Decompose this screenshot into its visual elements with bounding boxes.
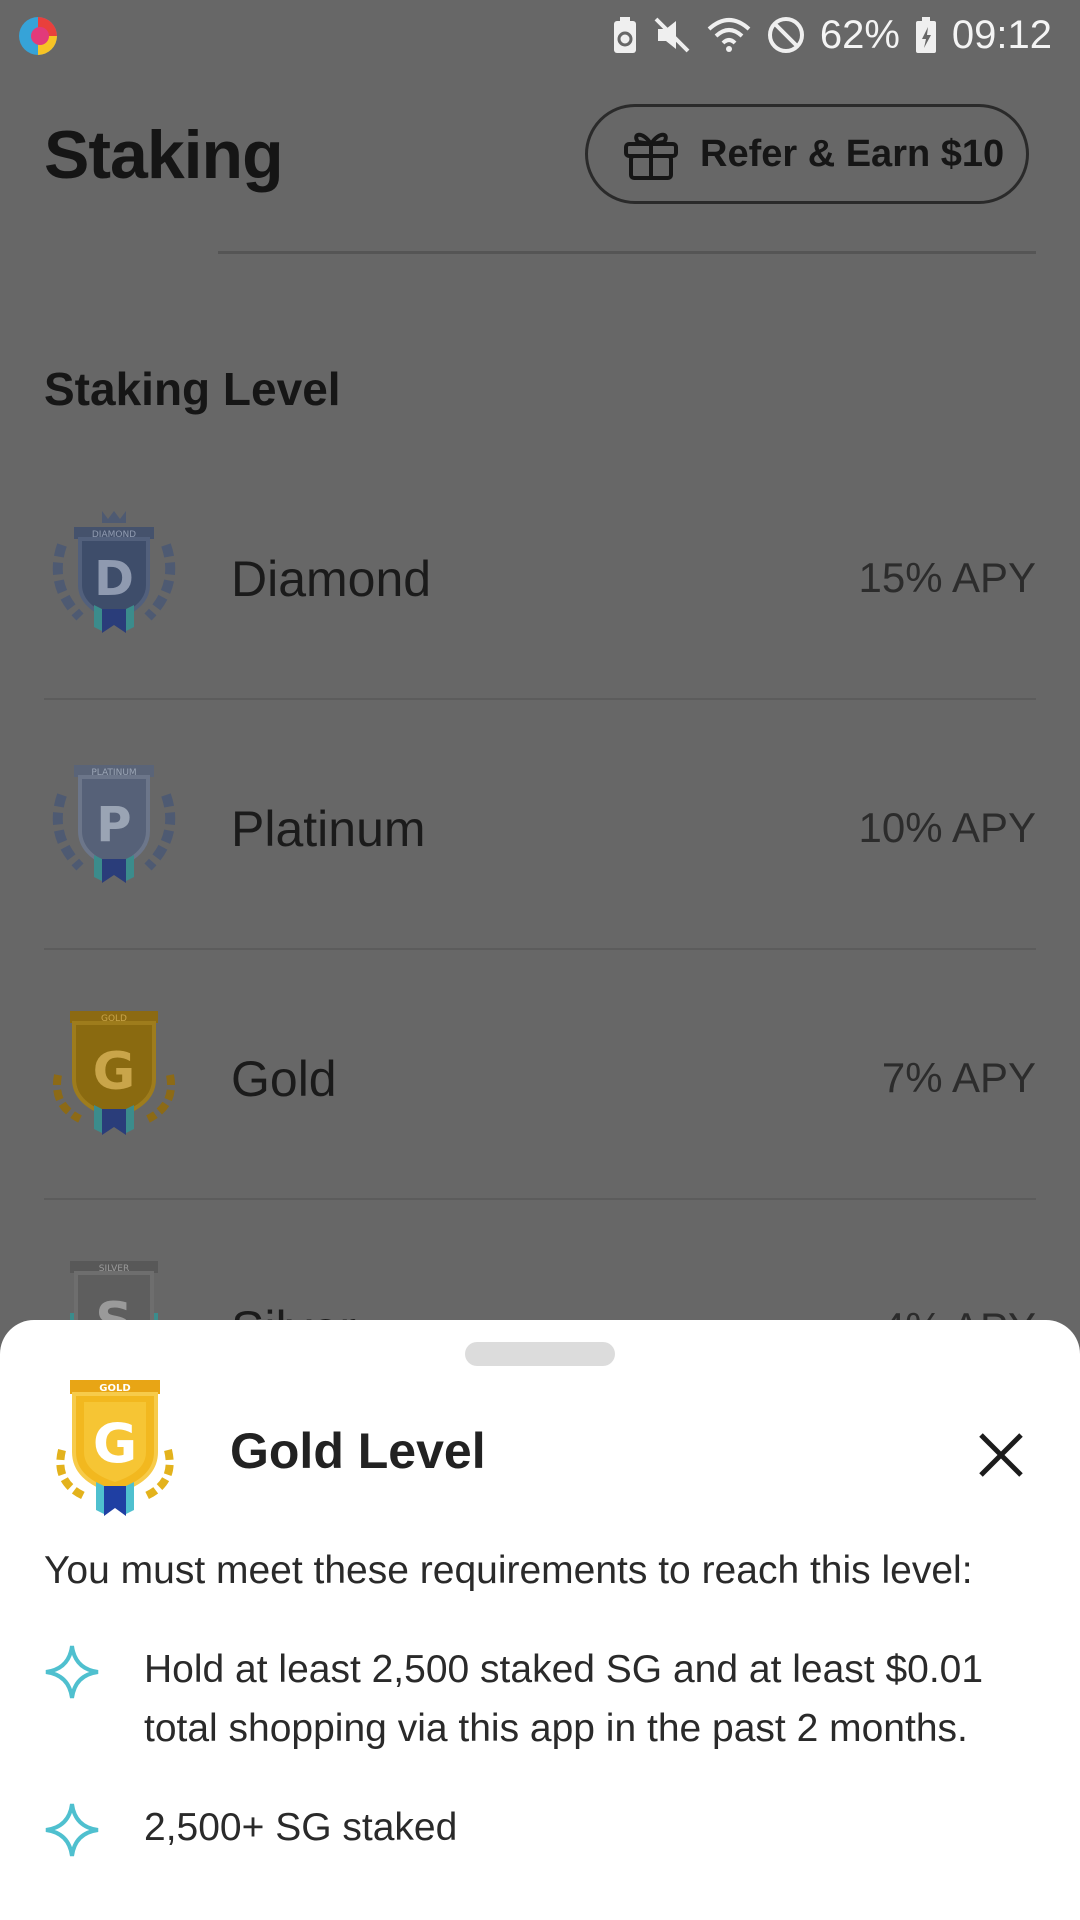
svg-text:D: D [94, 551, 134, 607]
level-apy: 7% APY [881, 1054, 1036, 1101]
close-icon [979, 1433, 1023, 1477]
battery-charging-icon [915, 17, 936, 53]
mute-icon [654, 17, 690, 53]
level-name: Diamond [231, 551, 432, 607]
sheet-title: Gold Level [230, 1423, 486, 1479]
level-details-sheet: GOLD G Gold Level You must meet these re… [0, 1320, 1080, 1920]
wifi-icon [707, 18, 751, 52]
level-apy: 10% APY [858, 804, 1036, 851]
level-apy: 15% APY [858, 554, 1036, 601]
refer-earn-button[interactable]: Refer & Earn $10 [585, 104, 1029, 204]
svg-text:G: G [93, 1412, 137, 1475]
gold-badge-icon: GOLD G [56, 1380, 174, 1516]
sheet-drag-handle[interactable] [465, 1342, 615, 1366]
level-name: Gold [231, 1051, 337, 1107]
level-row-platinum[interactable]: PLATINUM P Platinum 10% APY [44, 700, 1036, 950]
status-bar: 62% 09:12 [0, 0, 1080, 70]
requirement-text: 2,500+ SG staked [144, 1806, 458, 1849]
requirement-text: Hold at least 2,500 staked SG and at lea… [144, 1648, 984, 1750]
svg-text:P: P [96, 797, 131, 853]
recycle-icon [613, 17, 636, 53]
platinum-badge-icon: PLATINUM P [52, 765, 176, 883]
page-title: Staking [44, 117, 284, 193]
section-title: Staking Level [44, 363, 341, 415]
battery-percent: 62% [819, 12, 900, 57]
gift-icon [624, 132, 678, 180]
app-icon [19, 17, 57, 55]
sparkle-icon [45, 1645, 99, 1699]
svg-text:G: G [93, 1042, 136, 1102]
level-row-gold[interactable]: GOLD G Gold 7% APY [44, 950, 1036, 1200]
close-button[interactable] [966, 1420, 1036, 1490]
level-row-diamond[interactable]: DIAMOND D Diamond 15% APY [44, 450, 1036, 700]
requirements-intro: You must meet these requirements to reac… [44, 1549, 973, 1592]
refer-earn-label: Refer & Earn $10 [700, 132, 1005, 175]
header-divider [218, 251, 1036, 254]
clock: 09:12 [951, 12, 1052, 57]
gold-badge-icon: GOLD G [53, 1011, 175, 1135]
level-name: Platinum [231, 801, 426, 857]
diamond-badge-icon: DIAMOND D [52, 511, 176, 633]
sparkle-icon [45, 1803, 99, 1857]
dnd-icon [767, 17, 804, 53]
